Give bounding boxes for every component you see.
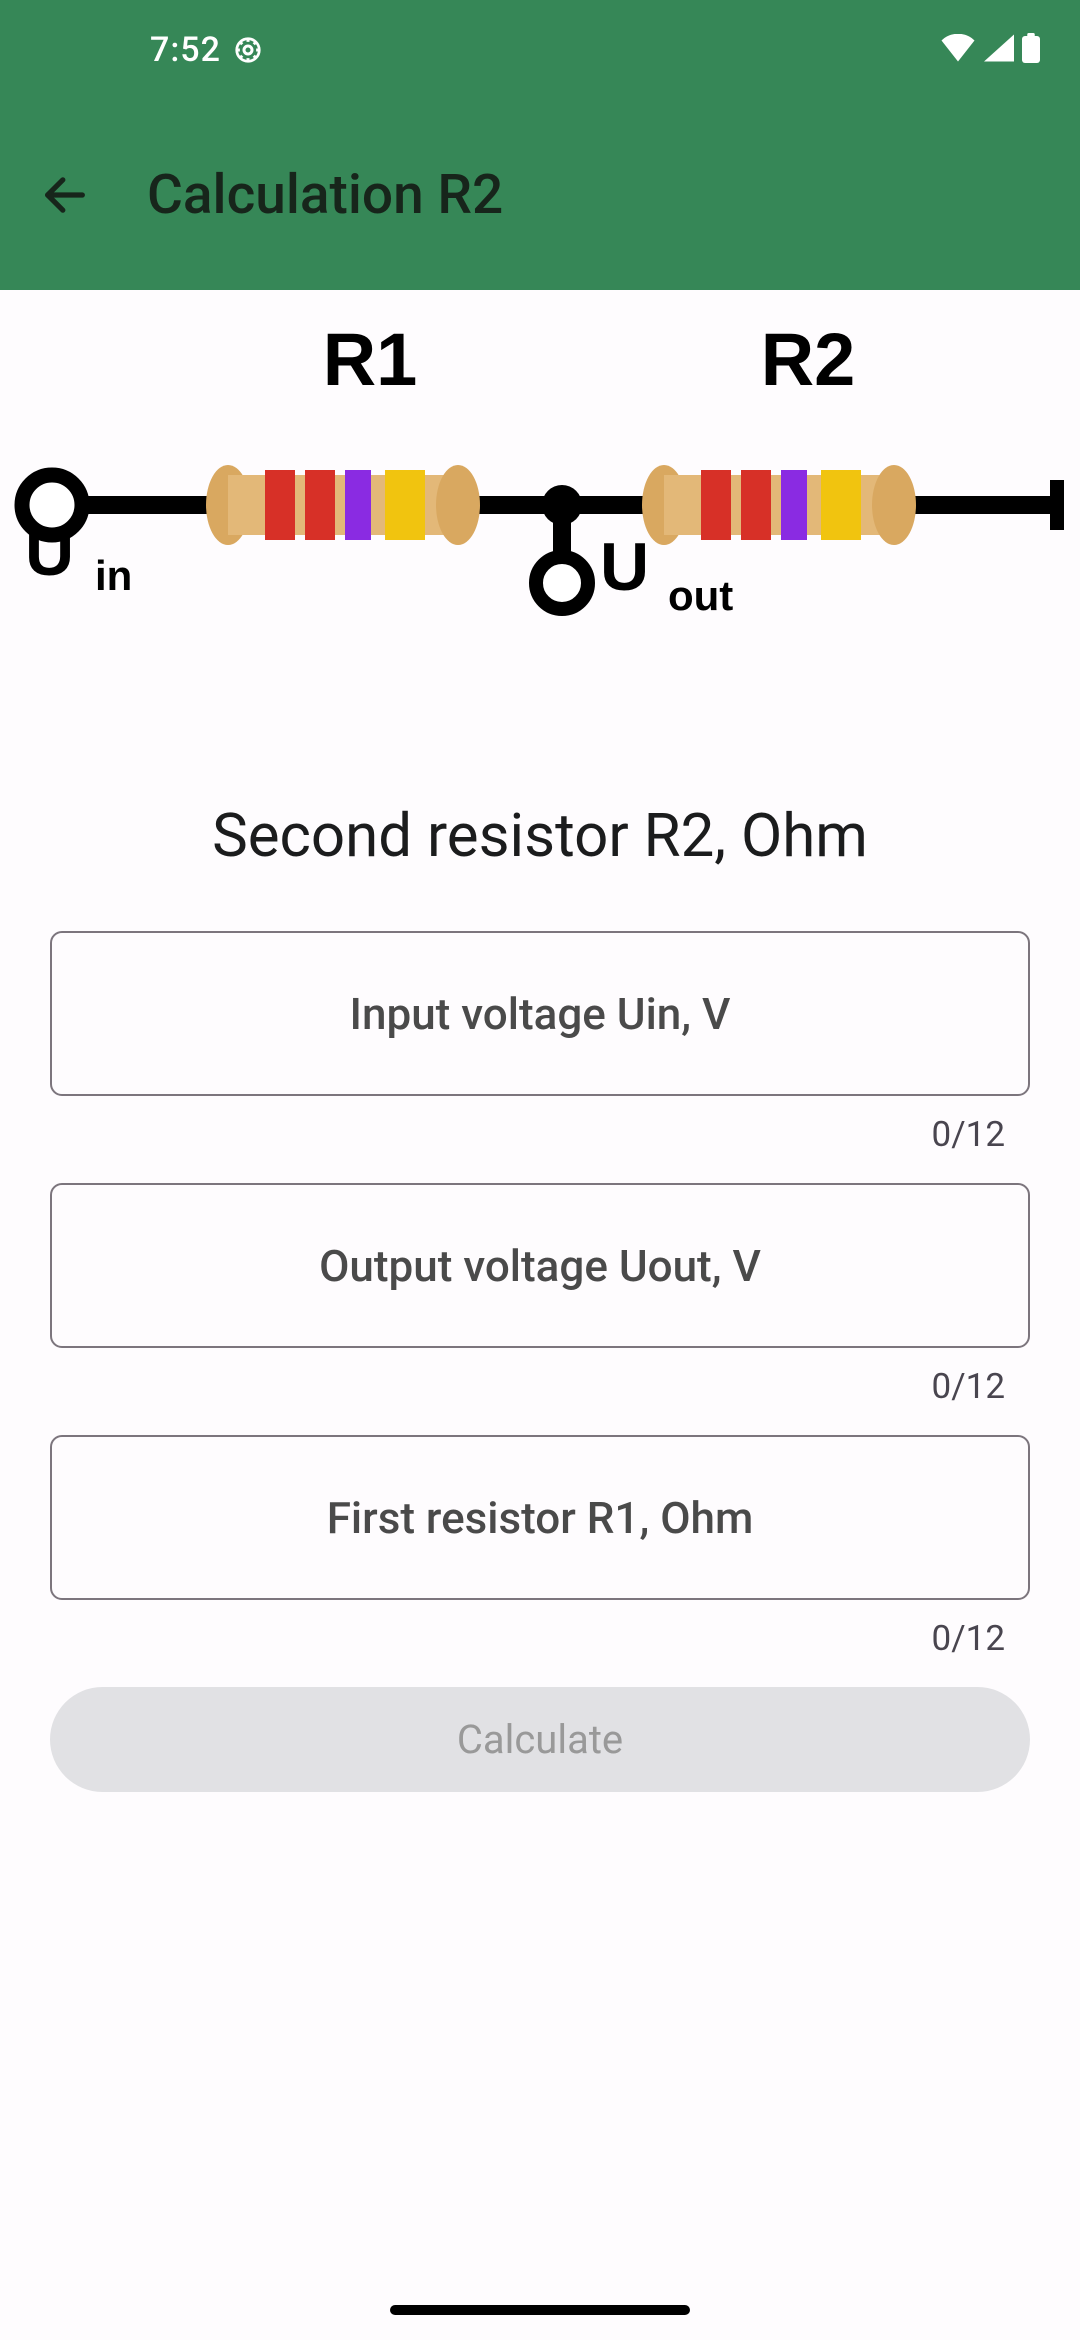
r1-field[interactable]: [50, 1435, 1030, 1600]
svg-text:in: in: [95, 552, 132, 599]
back-arrow-icon: [39, 169, 91, 221]
input-group-r1: 0/12: [50, 1435, 1030, 1659]
wifi-icon: [940, 34, 976, 66]
svg-text:R2: R2: [761, 318, 856, 401]
section-title: Second resistor R2, Ohm: [50, 800, 1030, 871]
status-right: [940, 33, 1040, 67]
app-bar: Calculation R2: [0, 100, 1080, 290]
battery-icon: [1022, 33, 1040, 67]
svg-text:out: out: [668, 572, 733, 619]
uin-field[interactable]: [50, 931, 1030, 1096]
signal-icon: [984, 34, 1014, 66]
circuit-diagram: R1 R2 U in U out: [0, 290, 1080, 760]
content: R1 R2 U in U out Second resistor R2, Ohm…: [0, 290, 1080, 1792]
uout-field[interactable]: [50, 1183, 1030, 1348]
uout-counter: 0/12: [50, 1366, 1030, 1407]
page-title: Calculation R2: [147, 163, 503, 227]
form-body: Second resistor R2, Ohm 0/12 0/12 0/12 C…: [0, 800, 1080, 1792]
status-bar: 7:52: [0, 0, 1080, 100]
input-group-uout: 0/12: [50, 1183, 1030, 1407]
svg-text:R1: R1: [323, 318, 418, 401]
svg-text:U: U: [600, 529, 649, 605]
status-time: 7:52: [150, 30, 221, 70]
uin-counter: 0/12: [50, 1114, 1030, 1155]
calculate-button[interactable]: Calculate: [50, 1687, 1030, 1792]
gear-icon: [233, 35, 263, 65]
status-left: 7:52: [150, 30, 263, 70]
back-button[interactable]: [25, 155, 105, 235]
navigation-handle[interactable]: [390, 2305, 690, 2315]
svg-text:U: U: [25, 514, 74, 590]
r1-counter: 0/12: [50, 1618, 1030, 1659]
input-group-uin: 0/12: [50, 931, 1030, 1155]
